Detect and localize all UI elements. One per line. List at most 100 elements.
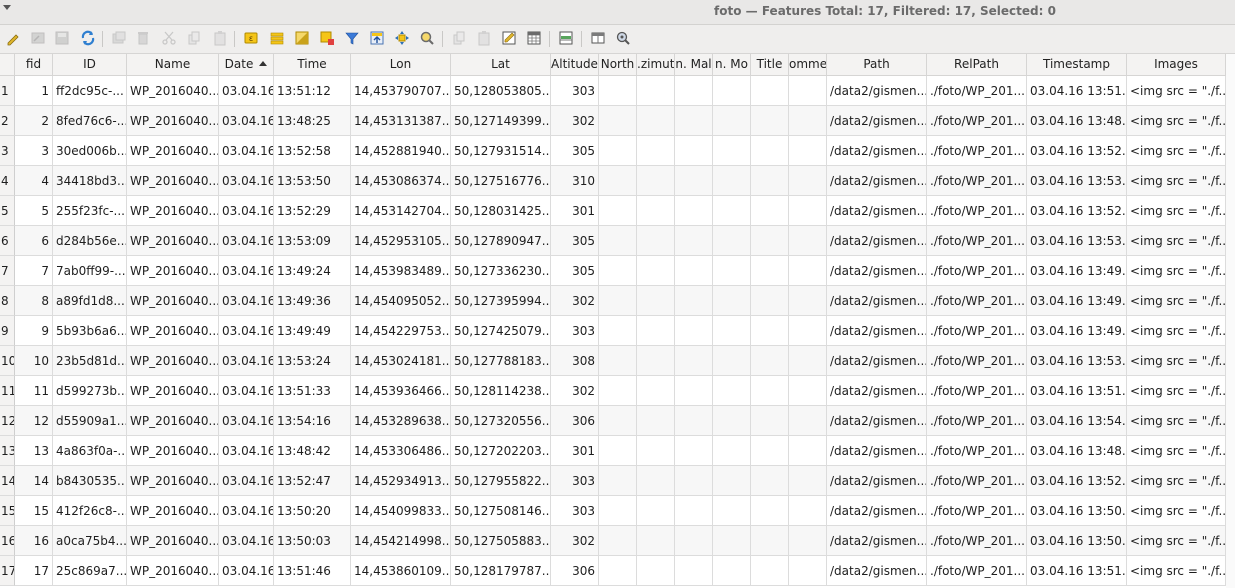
cell-azimuth[interactable] — [637, 166, 675, 196]
row-number[interactable]: 17 — [0, 556, 15, 586]
cell-timestamp[interactable]: 03.04.16 13:50... — [1027, 496, 1127, 526]
cell-lon[interactable]: 14,452934913... — [351, 466, 451, 496]
cell-model[interactable] — [713, 466, 751, 496]
table-row[interactable]: 17 17 25c869a7... WP_2016040... 03.04.16 13:5… — [0, 556, 1235, 586]
cell-model[interactable] — [713, 226, 751, 256]
cam-model-header[interactable]: n. Mo — [713, 54, 751, 76]
cell-alt[interactable]: 305 — [551, 256, 599, 286]
cell-timestamp[interactable]: 03.04.16 13:51... — [1027, 76, 1127, 106]
cell-images[interactable]: <img src = "./f... — [1127, 196, 1226, 226]
cell-images[interactable]: <img src = "./f... — [1127, 76, 1226, 106]
cell-time[interactable]: 13:53:50 — [274, 166, 351, 196]
cell-path[interactable]: /data2/gismen... — [827, 556, 927, 586]
cell-date[interactable]: 03.04.16 — [219, 436, 274, 466]
cell-relpath[interactable]: ./foto/WP_201... — [927, 226, 1027, 256]
cell-timestamp[interactable]: 03.04.16 13:50... — [1027, 526, 1127, 556]
cell-maker[interactable] — [675, 436, 713, 466]
table-row[interactable]: 1 1 ff2dc95c-... WP_2016040... 03.04.16 13:51… — [0, 76, 1235, 106]
cell-lon[interactable]: 14,453024181... — [351, 346, 451, 376]
table-row[interactable]: 4 4 34418bd3... WP_2016040... 03.04.16 13:53:… — [0, 166, 1235, 196]
cell-date[interactable]: 03.04.16 — [219, 286, 274, 316]
cell-alt[interactable]: 302 — [551, 526, 599, 556]
cell-images[interactable]: <img src = "./f... — [1127, 136, 1226, 166]
title-header[interactable]: Title — [751, 54, 789, 76]
cell-model[interactable] — [713, 526, 751, 556]
cell-fid[interactable]: 8 — [15, 286, 53, 316]
cell-id[interactable]: 23b5d81d... — [53, 346, 127, 376]
cell-path[interactable]: /data2/gismen... — [827, 496, 927, 526]
cell-timestamp[interactable]: 03.04.16 13:53... — [1027, 346, 1127, 376]
cell-id[interactable]: d599273b... — [53, 376, 127, 406]
cell-title[interactable] — [751, 286, 789, 316]
new-field-icon[interactable] — [557, 29, 575, 47]
cam-maker-header[interactable]: n. Mal — [675, 54, 713, 76]
field-calculator-icon[interactable] — [500, 29, 518, 47]
cell-images[interactable]: <img src = "./f... — [1127, 106, 1226, 136]
cell-path[interactable]: /data2/gismen... — [827, 406, 927, 436]
cell-comment[interactable] — [789, 166, 827, 196]
cell-lat[interactable]: 50,127149399... — [451, 106, 551, 136]
cell-fid[interactable]: 16 — [15, 526, 53, 556]
cell-relpath[interactable]: ./foto/WP_201... — [927, 286, 1027, 316]
cell-date[interactable]: 03.04.16 — [219, 106, 274, 136]
cell-relpath[interactable]: ./foto/WP_201... — [927, 316, 1027, 346]
table-row[interactable]: 7 7 7ab0ff99-... WP_2016040... 03.04.16 13:49… — [0, 256, 1235, 286]
cell-title[interactable] — [751, 496, 789, 526]
cell-date[interactable]: 03.04.16 — [219, 376, 274, 406]
cell-path[interactable]: /data2/gismen... — [827, 226, 927, 256]
cell-id[interactable]: 8fed76c6-... — [53, 106, 127, 136]
row-number[interactable]: 16 — [0, 526, 15, 556]
cell-comment[interactable] — [789, 256, 827, 286]
cell-time[interactable]: 13:53:24 — [274, 346, 351, 376]
cell-date[interactable]: 03.04.16 — [219, 496, 274, 526]
altitude-header[interactable]: Altitude — [551, 54, 599, 76]
cell-model[interactable] — [713, 346, 751, 376]
cell-fid[interactable]: 7 — [15, 256, 53, 286]
cell-fid[interactable]: 6 — [15, 226, 53, 256]
cell-images[interactable]: <img src = "./f... — [1127, 346, 1226, 376]
row-number[interactable]: 15 — [0, 496, 15, 526]
cell-date[interactable]: 03.04.16 — [219, 166, 274, 196]
cell-azimuth[interactable] — [637, 406, 675, 436]
cell-maker[interactable] — [675, 526, 713, 556]
cell-id[interactable]: 4a863f0a-... — [53, 436, 127, 466]
cell-lon[interactable]: 14,453983489... — [351, 256, 451, 286]
cell-azimuth[interactable] — [637, 316, 675, 346]
cell-alt[interactable]: 302 — [551, 286, 599, 316]
row-number[interactable]: 12 — [0, 406, 15, 436]
table-row[interactable]: 14 14 b8430535... WP_2016040... 03.04.16 13:5… — [0, 466, 1235, 496]
cell-lon[interactable]: 14,453142704... — [351, 196, 451, 226]
cell-azimuth[interactable] — [637, 376, 675, 406]
row-number[interactable]: 9 — [0, 316, 15, 346]
relpath-header[interactable]: RelPath — [927, 54, 1027, 76]
cell-north[interactable] — [599, 166, 637, 196]
cell-north[interactable] — [599, 226, 637, 256]
cell-model[interactable] — [713, 286, 751, 316]
cell-time[interactable]: 13:49:24 — [274, 256, 351, 286]
cell-title[interactable] — [751, 136, 789, 166]
cell-date[interactable]: 03.04.16 — [219, 556, 274, 586]
table-row[interactable]: 13 13 4a863f0a-... WP_2016040... 03.04.16 13:… — [0, 436, 1235, 466]
cell-path[interactable]: /data2/gismen... — [827, 136, 927, 166]
cell-relpath[interactable]: ./foto/WP_201... — [927, 406, 1027, 436]
cell-north[interactable] — [599, 526, 637, 556]
cell-time[interactable]: 13:54:16 — [274, 406, 351, 436]
cell-date[interactable]: 03.04.16 — [219, 136, 274, 166]
cell-fid[interactable]: 9 — [15, 316, 53, 346]
table-row[interactable]: 8 8 a89fd1d8... WP_2016040... 03.04.16 13:49:… — [0, 286, 1235, 316]
cell-title[interactable] — [751, 166, 789, 196]
row-number-header[interactable] — [0, 54, 15, 76]
table-row[interactable]: 10 10 23b5d81d... WP_2016040... 03.04.16 13:5… — [0, 346, 1235, 376]
cell-lon[interactable]: 14,452953105... — [351, 226, 451, 256]
cell-lat[interactable]: 50,127505883... — [451, 526, 551, 556]
cell-timestamp[interactable]: 03.04.16 13:52... — [1027, 136, 1127, 166]
cell-timestamp[interactable]: 03.04.16 13:52... — [1027, 466, 1127, 496]
cell-north[interactable] — [599, 106, 637, 136]
cell-time[interactable]: 13:51:33 — [274, 376, 351, 406]
cell-azimuth[interactable] — [637, 436, 675, 466]
cell-alt[interactable]: 305 — [551, 226, 599, 256]
cell-lat[interactable]: 50,127508146... — [451, 496, 551, 526]
cell-path[interactable]: /data2/gismen... — [827, 316, 927, 346]
cell-time[interactable]: 13:53:09 — [274, 226, 351, 256]
cell-date[interactable]: 03.04.16 — [219, 226, 274, 256]
